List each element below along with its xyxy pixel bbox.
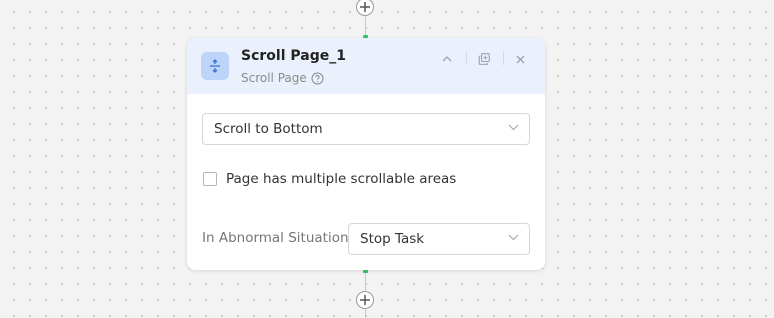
close-button[interactable] [511, 50, 529, 68]
close-icon [516, 55, 524, 63]
help-icon[interactable] [311, 72, 324, 85]
scroll-mode-select[interactable]: Scroll to Bottom [202, 113, 530, 145]
add-step-button-bottom[interactable] [356, 291, 374, 309]
copy-icon [478, 53, 490, 65]
chevron-down-icon [508, 124, 519, 131]
chevron-up-icon [442, 56, 452, 62]
duplicate-button[interactable] [475, 50, 493, 68]
node-type-label: Scroll Page [241, 71, 307, 85]
plus-icon [360, 2, 370, 12]
abnormal-situation-label: In Abnormal Situation [202, 230, 349, 246]
header-divider [466, 51, 467, 65]
abnormal-action-value: Stop Task [360, 231, 425, 247]
node-subtitle: Scroll Page [241, 71, 324, 85]
abnormal-action-select[interactable]: Stop Task [348, 223, 530, 255]
add-step-button-top[interactable] [356, 0, 374, 16]
header-divider [503, 51, 504, 65]
connector-accent-bottom [363, 270, 368, 273]
scroll-page-node-card[interactable]: Scroll Page_1 Scroll Page Scroll to Bott… [187, 38, 545, 270]
collapse-button[interactable] [438, 50, 456, 68]
scroll-mode-value: Scroll to Bottom [214, 121, 323, 137]
multiple-scroll-areas-checkbox[interactable] [203, 172, 217, 186]
node-header: Scroll Page_1 Scroll Page [187, 38, 545, 94]
scroll-vertical-icon [201, 52, 229, 80]
node-title[interactable]: Scroll Page_1 [241, 48, 346, 64]
chevron-down-icon [508, 234, 519, 241]
multiple-scroll-areas-label[interactable]: Page has multiple scrollable areas [226, 171, 456, 187]
plus-icon [360, 295, 370, 305]
